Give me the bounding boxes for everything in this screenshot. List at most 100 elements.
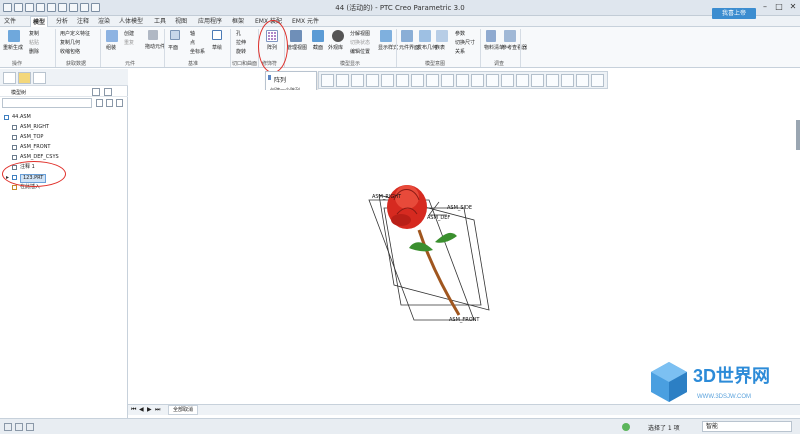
sketch-icon[interactable]	[212, 30, 222, 40]
point-button[interactable]: 点	[190, 39, 195, 46]
tree-settings-icon[interactable]	[92, 88, 100, 96]
family-table-button[interactable]: 族表	[435, 44, 445, 51]
csys-display-icon[interactable]	[516, 74, 529, 87]
regenerate-button[interactable]: 重新生成	[3, 44, 23, 51]
create-button[interactable]: 创建	[124, 30, 134, 37]
model-tree-tab[interactable]	[3, 72, 16, 84]
view-manager-icon[interactable]	[411, 74, 424, 87]
zoom-out-icon[interactable]	[351, 74, 364, 87]
csys-button[interactable]: 坐标系	[190, 48, 205, 55]
reference-viewer-icon[interactable]	[504, 30, 516, 42]
switch-sizes-button[interactable]: 切换尺寸	[455, 39, 475, 46]
tree-item[interactable]: ASM_TOP	[0, 133, 128, 142]
axis-button[interactable]: 轴	[190, 30, 195, 37]
login-button[interactable]: 我喜上帝	[712, 8, 756, 19]
tab-cancel-all[interactable]: 全部取消	[168, 405, 199, 415]
maximize-icon[interactable]: □	[772, 1, 786, 13]
show-menu-icon[interactable]	[104, 88, 112, 96]
group-component[interactable]: 元件	[125, 60, 135, 67]
toggle-navigator-icon[interactable]	[4, 423, 12, 431]
drag-component-button[interactable]: 拖动元件	[145, 43, 165, 50]
datum-display-filters-icon[interactable]	[546, 74, 559, 87]
bom-button[interactable]: 物料清单	[484, 44, 504, 51]
reference-viewer-button[interactable]: 参考查看器	[502, 44, 527, 51]
tab-framework[interactable]: 框架	[230, 16, 246, 27]
exploded-view-button[interactable]: 分解视图	[350, 30, 370, 37]
hole-button[interactable]: 孔	[236, 30, 241, 37]
point-display-icon[interactable]	[501, 74, 514, 87]
plane-button[interactable]: 平面	[168, 44, 178, 51]
plane-display-icon[interactable]	[471, 74, 484, 87]
refit-icon[interactable]	[321, 74, 334, 87]
paste-button[interactable]: 粘贴	[29, 39, 39, 46]
manage-views-button[interactable]: 管理视图	[287, 44, 307, 51]
folder-browser-tab[interactable]	[18, 72, 31, 84]
fullscreen-icon[interactable]	[26, 423, 34, 431]
edit-position-button[interactable]: 编辑位置	[350, 48, 370, 55]
minimize-icon[interactable]: –	[758, 1, 772, 13]
toggle-browser-icon[interactable]	[15, 423, 23, 431]
close-icon[interactable]: ✕	[786, 1, 800, 13]
parameters-button[interactable]: 参数	[455, 30, 465, 37]
extrude-button[interactable]: 拉伸	[236, 39, 246, 46]
filter-select[interactable]: 智能	[702, 421, 792, 432]
publish-geometry-button[interactable]: 发布几何	[417, 44, 437, 51]
bom-icon[interactable]	[486, 30, 496, 42]
group-model-intent[interactable]: 模型意图	[425, 60, 445, 67]
plane-icon[interactable]	[170, 30, 180, 40]
manage-views-icon[interactable]	[290, 30, 302, 42]
graphics-area[interactable]: ASM_RIGHT ASM_SIDE ASM_DEF ASM_FRONT 3D世…	[129, 90, 800, 404]
component-interface-button[interactable]: 元件界面	[399, 44, 419, 51]
favorites-tab[interactable]	[33, 72, 46, 84]
model-tree-icon[interactable]	[576, 74, 589, 87]
tab-applications[interactable]: 应用程序	[196, 16, 224, 27]
section-button[interactable]: 截面	[313, 44, 323, 51]
appearance-icon[interactable]	[332, 30, 344, 42]
tree-item[interactable]: ASM_RIGHT	[0, 123, 128, 132]
copy-button[interactable]: 复制	[29, 30, 39, 37]
search-input[interactable]	[2, 98, 92, 108]
relations-button[interactable]: 关系	[455, 48, 465, 55]
component-interface-icon[interactable]	[401, 30, 413, 42]
tree-item[interactable]: 44.ASM	[0, 113, 128, 122]
expand-all-icon[interactable]	[116, 99, 123, 107]
zoom-in-icon[interactable]	[336, 74, 349, 87]
saved-orientations-icon[interactable]	[396, 74, 409, 87]
prev-page-icon[interactable]: ◀	[139, 406, 144, 413]
tree-item[interactable]: ASM_DEF_CSYS	[0, 153, 128, 162]
tab-emx-component[interactable]: EMX 元件	[290, 16, 321, 27]
tree-item[interactable]: ASM_FRONT	[0, 143, 128, 152]
section-toggle-icon[interactable]	[441, 74, 454, 87]
udf-button[interactable]: 用户定义特征	[60, 30, 90, 37]
group-investigate[interactable]: 调查	[494, 60, 504, 67]
toggle-status-button[interactable]: 切换状态	[350, 39, 370, 46]
repaint-toggle-icon[interactable]	[561, 74, 574, 87]
display-style-icon[interactable]	[380, 30, 392, 42]
group-operations[interactable]: 操作	[12, 60, 22, 67]
first-page-icon[interactable]: ⏮	[131, 406, 136, 414]
shrinkwrap-button[interactable]: 收缩包络	[60, 48, 80, 55]
group-cut-surface[interactable]: 切口和曲面	[232, 60, 257, 67]
tab-tools[interactable]: 工具	[152, 16, 168, 27]
publish-geometry-icon[interactable]	[419, 30, 431, 42]
family-table-icon[interactable]	[436, 30, 448, 42]
drag-icon[interactable]	[148, 30, 158, 40]
spin-center-icon[interactable]	[531, 74, 544, 87]
revolve-button[interactable]: 旋转	[236, 48, 246, 55]
group-datum[interactable]: 基准	[188, 60, 198, 67]
tab-annotate[interactable]: 注释	[75, 16, 91, 27]
filter-icon[interactable]	[106, 99, 113, 107]
annotation-display-icon[interactable]	[456, 74, 469, 87]
last-page-icon[interactable]: ⏭	[155, 406, 160, 414]
tab-manikin[interactable]: 人体模型	[117, 16, 145, 27]
repaint-icon[interactable]	[366, 74, 379, 87]
tab-file[interactable]: 文件	[2, 16, 18, 27]
network-icon[interactable]	[591, 74, 604, 87]
scrollbar-thumb[interactable]	[796, 120, 800, 150]
perspective-icon[interactable]	[426, 74, 439, 87]
sketch-button[interactable]: 草绘	[212, 44, 222, 51]
group-model-display[interactable]: 模型显示	[340, 60, 360, 67]
group-get-data[interactable]: 获取数据	[66, 60, 86, 67]
tab-render[interactable]: 渲染	[96, 16, 112, 27]
delete-button[interactable]: 删除	[29, 48, 39, 55]
